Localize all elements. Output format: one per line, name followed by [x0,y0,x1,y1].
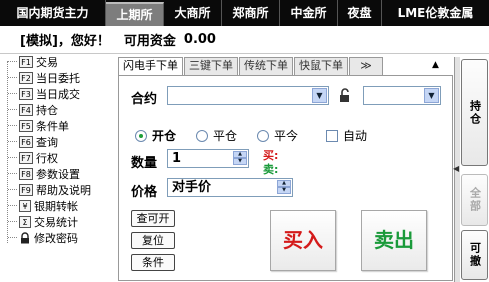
contract-select[interactable]: ▼ [167,86,329,105]
price-value: 对手价 [172,180,212,195]
auto-checkbox[interactable] [326,129,339,142]
close-today-label: 平今 [274,129,299,143]
position-side-button[interactable]: 持仓 [461,59,488,166]
menu-item-label: 当日委托 [36,71,80,85]
tab-flash-order[interactable]: 闪电手下单 [118,57,183,76]
menu-item-today-deals[interactable]: F3 当日成交 [8,87,80,101]
menu-item-statistics[interactable]: Σ 交易统计 [8,215,78,229]
lock-icon [21,231,29,243]
tab-more-button[interactable]: ≫ [349,57,383,75]
market-tab-lme[interactable]: LME伦敦金属 [382,0,489,26]
menu-item-label: 银期转帐 [34,199,78,213]
quantity-label: 数量 [131,156,158,171]
all-side-button[interactable]: 全部 [461,174,488,226]
function-menu: F1 交易 F2 当日委托 F3 当日成交 F4 持仓 F5 条件单 F6 查询 F7 行权 … [0,55,117,282]
f7-key-icon: F7 [19,151,33,164]
collapse-left-icon[interactable]: ◀ [453,164,459,173]
market-tab-dce[interactable]: 大商所 [164,0,222,26]
tab-mouse-order[interactable]: 快鼠下单 [294,57,348,75]
f5-key-icon: F5 [19,119,33,132]
menu-item-query[interactable]: F6 查询 [8,135,58,149]
price-stepper[interactable]: 对手价 ▲ ▼ [167,178,293,197]
account-select[interactable]: ▼ [363,86,441,105]
market-tab-shfe[interactable]: 上期所 [106,2,164,26]
sell-button[interactable]: 卖出 [361,210,427,271]
cancelable-side-button[interactable]: 可撤 [461,230,488,280]
auto-label: 自动 [343,129,368,143]
close-today-radio[interactable] [257,129,270,142]
menu-item-settings[interactable]: F8 参数设置 [8,167,80,181]
menu-item-help[interactable]: F9 帮助及说明 [8,183,91,197]
funds-label: 可用资金 [123,34,176,49]
account-status: [模拟]，您好！ 可用资金 0.00 [0,26,489,54]
f4-key-icon: F4 [19,103,33,116]
chevron-down-icon[interactable]: ▼ [424,88,439,103]
offset-options: 开仓 平仓 平今 自动 [135,127,367,144]
menu-item-label: 持仓 [36,103,58,117]
menu-item-label: 帮助及说明 [36,183,91,197]
yen-icon: ¥ [19,199,31,212]
menu-item-exercise[interactable]: F7 行权 [8,151,58,165]
spin-down-icon[interactable]: ▼ [277,187,291,194]
funds-value: 0.00 [183,32,216,47]
unlock-icon[interactable] [338,88,352,103]
query-open-button[interactable]: 查可开 [131,210,175,227]
quantity-value: 1 [172,151,182,166]
open-radio[interactable] [135,129,147,142]
condition-button[interactable]: 条件 [131,254,175,271]
order-form: 合约 ▼ ▼ 开仓 平仓 平今 自动 数量 1 ▲ ▼ 买: 卖: 价格 对手价… [118,75,453,281]
menu-item-label: 交易统计 [34,215,78,229]
market-tab-bar: 国内期货主力 上期所 大商所 郑商所 中金所 夜盘 LME伦敦金属 [0,0,489,26]
close-label: 平仓 [213,129,238,143]
price-label: 价格 [131,185,158,200]
tab-collapse-icon[interactable]: ▲ [432,60,439,70]
tab-classic-order[interactable]: 传统下单 [239,57,293,75]
contract-label: 合约 [131,92,158,107]
menu-item-label: 当日成交 [36,87,80,101]
buy-button[interactable]: 买入 [270,210,336,271]
menu-item-change-password[interactable]: 修改密码 [8,231,78,245]
menu-item-label: 修改密码 [34,231,78,245]
menu-item-today-orders[interactable]: F2 当日委托 [8,71,80,85]
chevron-down-icon[interactable]: ▼ [312,88,327,103]
sigma-icon: Σ [19,215,31,228]
f2-key-icon: F2 [19,71,33,84]
menu-item-bank-transfer[interactable]: ¥ 银期转帐 [8,199,78,213]
f9-key-icon: F9 [19,183,33,196]
sell-available: 卖: [263,163,279,176]
menu-item-positions[interactable]: F4 持仓 [8,103,58,117]
menu-item-conditional[interactable]: F5 条件单 [8,119,69,133]
menu-item-label: 参数设置 [36,167,80,181]
quantity-stepper[interactable]: 1 ▲ ▼ [167,149,249,168]
f6-key-icon: F6 [19,135,33,148]
market-tab-night[interactable]: 夜盘 [338,0,382,26]
order-type-tabs: 闪电手下单 三键下单 传统下单 快鼠下单 ≫ [118,57,454,76]
f8-key-icon: F8 [19,167,33,180]
market-tab-domestic[interactable]: 国内期货主力 [0,0,106,26]
spin-up-icon[interactable]: ▲ [277,180,291,187]
menu-item-label: 查询 [36,135,58,149]
open-label: 开仓 [152,129,177,143]
market-tab-cffex[interactable]: 中金所 [280,0,338,26]
reset-button[interactable]: 复位 [131,232,175,249]
f1-key-icon: F1 [19,55,33,68]
menu-item-label: 行权 [36,151,58,165]
menu-item-label: 条件单 [36,119,69,133]
spin-down-icon[interactable]: ▼ [233,158,247,165]
menu-item-label: 交易 [36,55,58,69]
menu-item-trade[interactable]: F1 交易 [8,55,58,69]
market-tab-czce[interactable]: 郑商所 [222,0,280,26]
tab-three-key-order[interactable]: 三键下单 [184,57,238,75]
account-greeting: [模拟]，您好！ [20,34,110,49]
spin-up-icon[interactable]: ▲ [233,151,247,158]
trading-window: 国内期货主力 上期所 大商所 郑商所 中金所 夜盘 LME伦敦金属 [模拟]，您… [0,0,489,282]
f3-key-icon: F3 [19,87,33,100]
close-radio[interactable] [196,129,209,142]
